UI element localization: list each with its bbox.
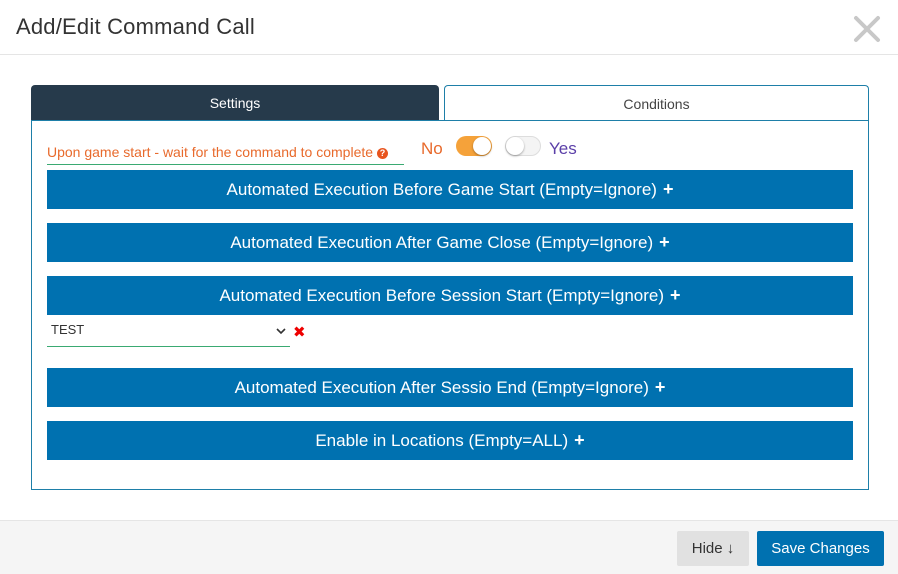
yes-label: Yes [549,139,577,158]
section-after-session-end[interactable]: Automated Execution After Sessio End (Em… [47,368,853,407]
modal-header: Add/Edit Command Call [0,0,898,55]
section-label: Automated Execution Before Game Start (E… [226,179,657,199]
section-label: Automated Execution After Sessio End (Em… [234,377,649,397]
close-icon[interactable] [852,14,882,44]
section-label: Automated Execution After Game Close (Em… [230,232,654,252]
tab-conditions[interactable]: Conditions [444,85,869,121]
toggle-knob [506,137,524,155]
section-label: Automated Execution Before Session Start… [219,285,665,305]
plus-icon: + [662,179,674,199]
chevron-down-icon [276,324,286,338]
plus-icon: + [670,285,681,305]
section-enable-locations[interactable]: Enable in Locations (Empty=ALL) + [47,421,853,460]
toggle-knob [473,137,491,155]
save-changes-button[interactable]: Save Changes [757,531,884,566]
section-label: Enable in Locations (Empty=ALL) [315,430,569,450]
modal-footer: Hide ↓ Save Changes [0,520,898,574]
wait-for-command-field: Upon game start - wait for the command t… [47,141,404,165]
section-after-game-close[interactable]: Automated Execution After Game Close (Em… [47,223,853,262]
settings-panel: Upon game start - wait for the command t… [31,120,869,490]
remove-icon[interactable]: ✖ [293,323,306,341]
select-value: TEST [51,322,85,337]
hide-button[interactable]: Hide ↓ [677,531,749,566]
plus-icon: + [574,430,585,450]
session-start-command-select[interactable]: TEST [47,319,290,347]
plus-icon: + [654,377,666,397]
tab-panel: Settings Conditions Upon game start - wa… [31,85,869,490]
toggle-yes[interactable] [505,136,541,156]
toggle-no[interactable] [456,136,492,156]
section-before-game-start[interactable]: Automated Execution Before Game Start (E… [47,170,853,209]
tab-settings[interactable]: Settings [31,85,439,121]
no-label: No [421,139,443,158]
wait-for-command-label: Upon game start - wait for the command t… [47,144,374,160]
section-before-session-start[interactable]: Automated Execution Before Session Start… [47,276,853,315]
plus-icon: + [659,232,670,252]
modal-title: Add/Edit Command Call [16,14,255,39]
help-icon[interactable]: ? [377,148,389,159]
